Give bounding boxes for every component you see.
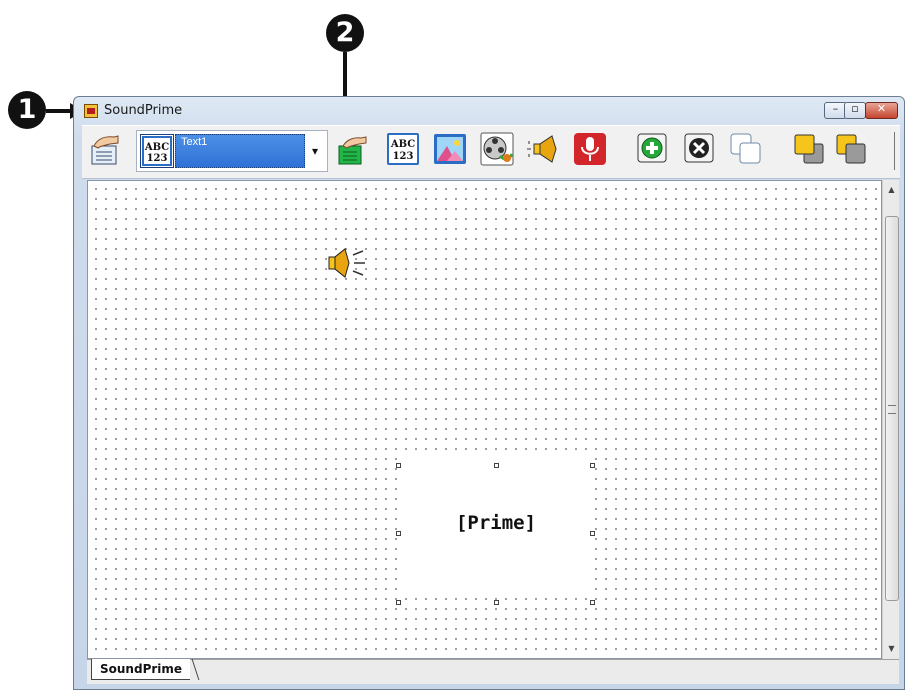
movie-reel-icon	[480, 132, 514, 166]
card-tab-bar: SoundPrime	[87, 659, 899, 684]
resize-handle-bottom[interactable]	[494, 600, 499, 605]
bring-forward-icon	[794, 134, 824, 164]
svg-text:ABC: ABC	[390, 139, 415, 150]
sound-object-icon[interactable]	[323, 245, 367, 285]
bring-forward-button[interactable]	[792, 132, 826, 166]
callout-two: 2	[326, 14, 364, 52]
scroll-grip-icon	[888, 405, 896, 414]
scroll-thumb[interactable]	[885, 216, 899, 601]
svg-text:123: 123	[393, 151, 414, 162]
picture-tool-button[interactable]	[433, 132, 467, 166]
hand-list-icon	[338, 136, 367, 165]
app-icon	[84, 104, 98, 118]
send-backward-icon	[836, 134, 866, 164]
hand-pointer-icon	[91, 135, 119, 165]
delete-button[interactable]	[683, 132, 717, 166]
add-button[interactable]	[636, 132, 670, 166]
svg-text:ABC: ABC	[144, 142, 169, 153]
delete-card-icon	[684, 133, 714, 163]
window-title: SoundPrime	[104, 103, 183, 118]
close-icon: ✕	[876, 102, 887, 115]
prime-text: [Prime]	[455, 512, 537, 534]
pointer-tool-button[interactable]	[88, 132, 122, 166]
prime-text-object[interactable]: [Prime]	[396, 455, 595, 605]
abc123-icon: ABC 123	[140, 134, 174, 168]
record-tool-button[interactable]	[573, 132, 607, 166]
selected-object-label: Text1	[181, 136, 208, 148]
resize-handle-bottom-right[interactable]	[590, 600, 595, 605]
dropdown-arrow-icon[interactable]: ▾	[306, 134, 324, 168]
send-backward-button[interactable]	[834, 132, 868, 166]
sound-tool-button[interactable]	[526, 132, 560, 166]
svg-text:123: 123	[147, 153, 168, 164]
microphone-icon	[574, 133, 606, 165]
vertical-scrollbar[interactable]: ▲ ▼	[882, 180, 899, 659]
title-bar[interactable]: SoundPrime – ▫ ✕	[74, 97, 904, 125]
object-properties-button[interactable]	[335, 132, 369, 166]
close-button[interactable]: ✕	[865, 102, 898, 119]
resize-handle-bottom-left[interactable]	[396, 600, 401, 605]
app-window: SoundPrime – ▫ ✕ ABC 123 Text1 ▾ ABC 123…	[73, 96, 905, 690]
object-selector-dropdown[interactable]: ABC 123 Text1 ▾	[136, 130, 328, 172]
resize-handle-top-left[interactable]	[396, 463, 401, 468]
scroll-up-icon[interactable]: ▲	[883, 182, 900, 198]
movie-tool-button[interactable]	[480, 132, 514, 166]
duplicate-button[interactable]	[729, 132, 763, 166]
picture-icon	[434, 134, 466, 164]
speaker-icon	[527, 135, 557, 163]
toolbar: ABC 123 Text1 ▾ ABC 123	[82, 125, 900, 179]
minimize-icon: –	[832, 102, 839, 115]
abc123-text-icon: ABC 123	[387, 133, 419, 165]
maximize-icon: ▫	[851, 102, 859, 115]
text-tool-button[interactable]: ABC 123	[386, 132, 420, 166]
resize-handle-top[interactable]	[494, 463, 499, 468]
tab-soundprime[interactable]: SoundPrime	[91, 659, 191, 680]
toolbar-overflow-edge	[894, 132, 899, 170]
maximize-button[interactable]: ▫	[844, 102, 866, 119]
duplicate-icon	[730, 133, 761, 164]
card-canvas[interactable]: [Prime]	[87, 180, 882, 659]
add-card-icon	[637, 133, 667, 163]
scroll-down-icon[interactable]: ▼	[883, 641, 900, 657]
resize-handle-top-right[interactable]	[590, 463, 595, 468]
callout-one: 1	[8, 91, 46, 129]
